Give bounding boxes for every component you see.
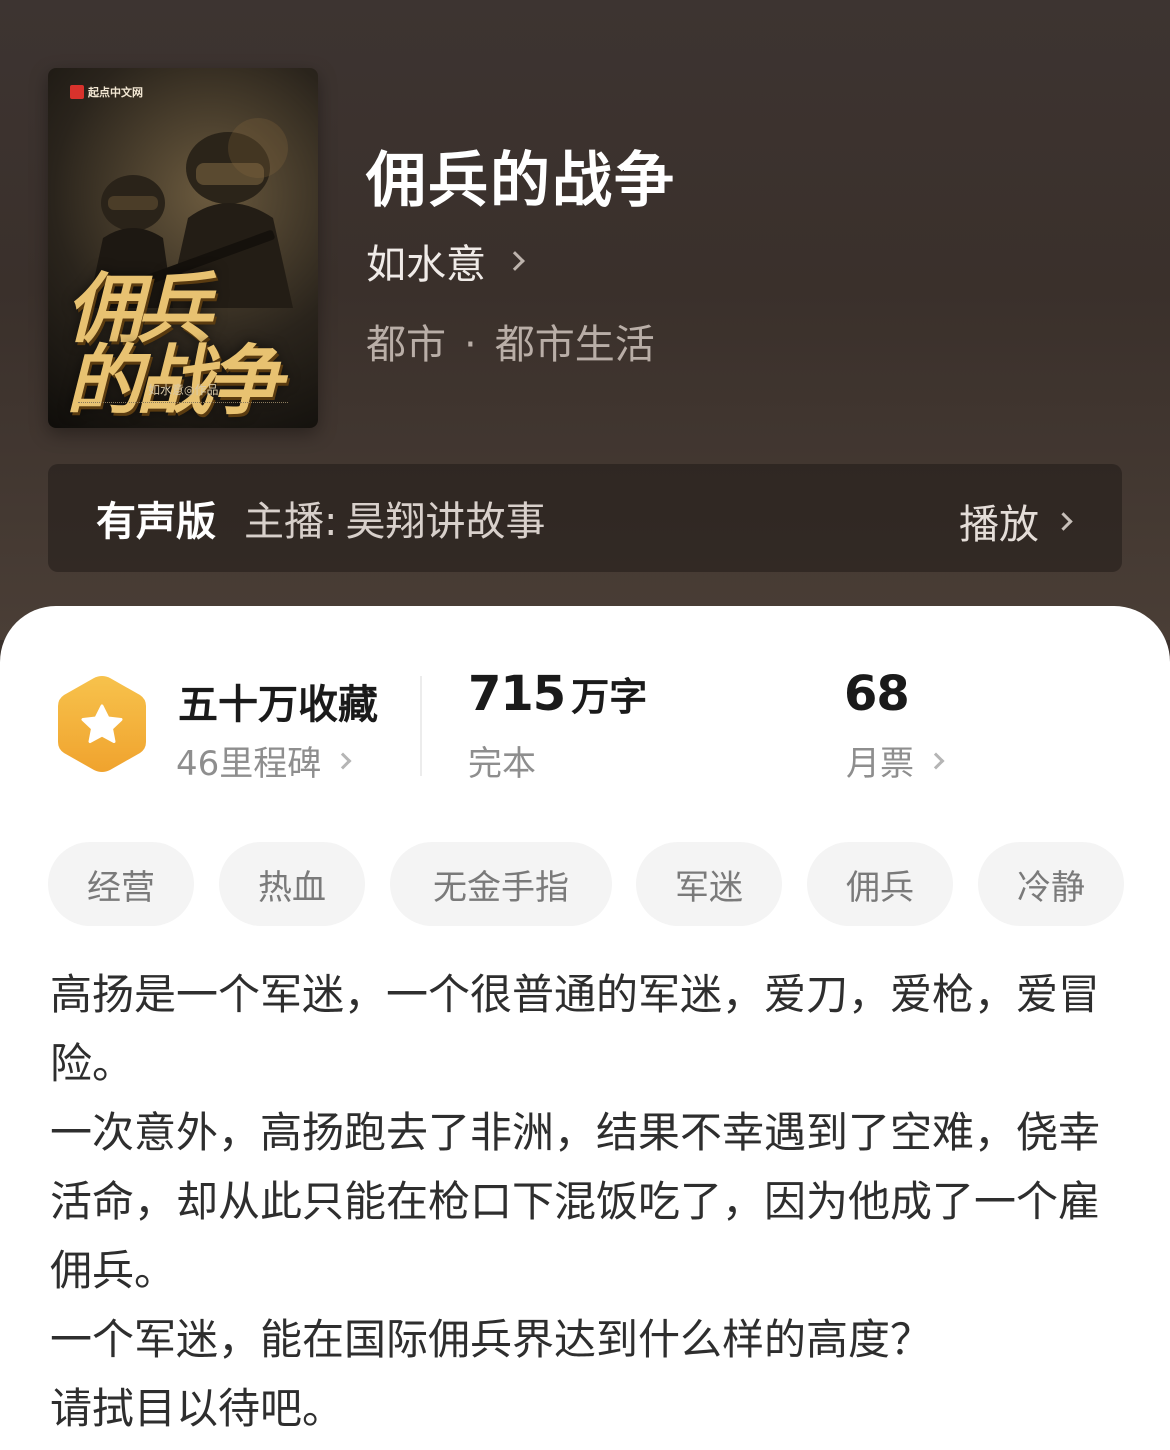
synopsis-paragraph: 一次意外，高扬跑去了非洲，结果不幸遇到了空难，侥幸活命，却从此只能在枪口下混饭吃… — [50, 1108, 1101, 1295]
monthly-ticket-number: 68 — [844, 666, 910, 722]
star-hexagon-icon[interactable] — [54, 672, 150, 776]
book-title: 佣兵的战争 — [366, 146, 676, 216]
word-count-stat: 715 万字 — [468, 666, 647, 722]
synopsis: 高扬是一个军迷，一个很普通的军迷，爱刀，爱枪，爱冒险。 一次意外，高扬跑去了非洲… — [50, 960, 1130, 1443]
collection-stat: 五十万收藏 — [178, 682, 378, 728]
tag-chip[interactable]: 热血 — [219, 842, 365, 926]
play-button[interactable]: 播放 — [959, 492, 1073, 550]
author-link[interactable]: 如水意 — [366, 232, 525, 290]
audio-version-label: 有声版 — [96, 499, 216, 545]
author-name: 如水意 — [366, 242, 486, 288]
synopsis-paragraph: 请拭目以待吧。 — [50, 1384, 345, 1433]
word-count-number: 715 — [468, 666, 566, 722]
completion-status: 完本 — [468, 736, 536, 785]
genre-separator: · — [464, 322, 477, 368]
chevron-right-icon — [1054, 511, 1073, 531]
tag-chip[interactable]: 军迷 — [636, 842, 782, 926]
stat-divider — [420, 676, 422, 776]
milestone-label: 46里程碑 — [176, 744, 322, 784]
anchor-label: 主播: — [244, 499, 338, 545]
cover-author-credit: 如水意◎作品 — [148, 383, 219, 397]
chevron-right-icon — [334, 752, 352, 769]
genre-main[interactable]: 都市 — [366, 322, 446, 368]
book-cover[interactable]: 起点中文网 佣兵 的战争 如水意◎作品 — [48, 68, 318, 428]
chevron-right-icon — [505, 251, 525, 271]
anchor-name: 昊翔讲故事 — [345, 499, 546, 545]
cover-decoration — [78, 402, 288, 404]
tag-chip[interactable]: 佣兵 — [807, 842, 953, 926]
tag-chip[interactable]: 无金手指 — [390, 842, 612, 926]
genre-sub[interactable]: 都市生活 — [495, 322, 655, 368]
monthly-ticket-label: 月票 — [846, 744, 914, 784]
publisher-logo: 起点中文网 — [70, 84, 143, 100]
audio-version-bar[interactable]: 有声版 主播: 昊翔讲故事 播放 — [48, 464, 1122, 572]
synopsis-paragraph: 一个军迷，能在国际佣兵界达到什么样的高度？ — [50, 1315, 933, 1364]
word-count-unit: 万字 — [571, 675, 648, 719]
publisher-mark-icon — [70, 85, 84, 99]
chevron-right-icon — [927, 752, 945, 769]
synopsis-paragraph: 高扬是一个军迷，一个很普通的军迷，爱刀，爱枪，爱冒险。 — [50, 970, 1101, 1088]
publisher-name: 起点中文网 — [88, 86, 143, 99]
monthly-ticket-link[interactable]: 月票 — [846, 736, 945, 785]
completion-label: 完本 — [468, 744, 536, 784]
tag-chip[interactable]: 冷静 — [978, 842, 1124, 926]
tag-chip[interactable]: 经营 — [48, 842, 194, 926]
play-label: 播放 — [959, 502, 1039, 548]
monthly-ticket-stat: 68 — [844, 666, 910, 722]
milestone-link[interactable]: 46里程碑 — [176, 736, 352, 785]
genre-line: 都市 · 都市生活 — [366, 312, 655, 370]
